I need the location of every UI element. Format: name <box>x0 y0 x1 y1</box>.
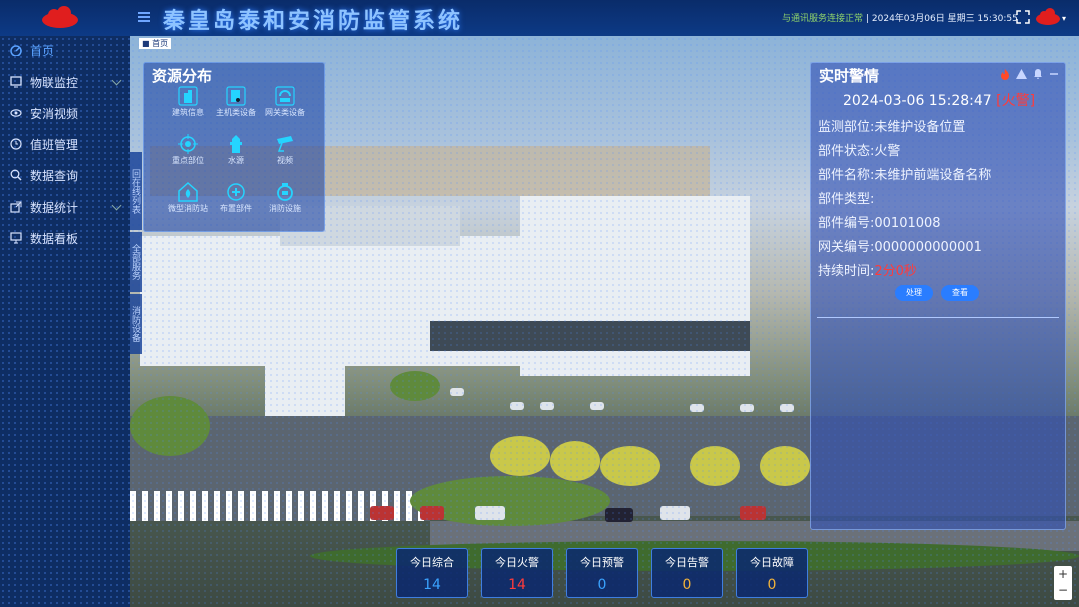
gateway-icon <box>275 86 295 106</box>
dashboard-icon <box>10 45 22 56</box>
sidebar-item-label: 物联监控 <box>30 75 79 90</box>
stat-today-total[interactable]: 今日综合 14 <box>396 548 468 598</box>
building-icon <box>178 86 198 106</box>
field-component-id: 部件编号:00101008 <box>818 216 941 231</box>
top-header: 秦皇岛泰和安消防监管系统 与通讯服务连接正常 | 2024年03月06日 星期三… <box>0 0 1079 36</box>
sidebar-item-video[interactable]: 安消视频 <box>0 100 130 126</box>
handle-button[interactable]: 处理 <box>895 285 933 301</box>
stat-today-fault[interactable]: 今日故障 0 <box>736 548 808 598</box>
field-component-name: 部件名称:未维护前端设备名称 <box>818 168 992 183</box>
realtime-alarm-panel: 实时警情 2024-03-06 15:28:47 [火警] 监测部位:未维护设备… <box>810 62 1066 530</box>
field-duration: 持续时间:2分0秒 <box>818 264 917 279</box>
menu-toggle-icon[interactable] <box>138 12 150 22</box>
stat-value: 0 <box>682 577 692 593</box>
eye-icon <box>10 109 22 117</box>
stat-value: 14 <box>423 577 441 593</box>
resource-fire-facility[interactable]: 消防设施 <box>255 181 315 219</box>
resource-video[interactable]: 视频 <box>255 133 315 171</box>
collapse-icon[interactable] <box>1049 69 1059 79</box>
clock-icon <box>10 138 22 150</box>
extinguisher-icon <box>277 183 293 201</box>
sidebar-item-label: 数据统计 <box>30 200 79 215</box>
header-datetime: | 2024年03月06日 星期三 15:30:55 <box>866 14 1018 24</box>
host-device-icon <box>226 86 246 106</box>
user-menu-caret-icon[interactable]: ▾ <box>1062 14 1066 23</box>
alarm-header-icons <box>1000 69 1059 80</box>
share-icon <box>10 201 22 213</box>
sidebar-item-label: 安消视频 <box>30 106 79 121</box>
connection-status: 与通讯服务连接正常 <box>782 14 864 24</box>
chevron-down-icon <box>111 200 122 211</box>
bell-icon[interactable] <box>1033 69 1043 79</box>
stat-value: 14 <box>508 577 526 593</box>
side-tab-all-services[interactable]: 全部服务 <box>130 232 142 292</box>
search-icon <box>10 169 22 181</box>
hydrant-icon <box>230 135 242 153</box>
field-component-status: 部件状态:火警 <box>818 144 901 159</box>
user-avatar[interactable] <box>1035 7 1061 27</box>
brand-logo-icon <box>42 6 78 28</box>
side-tab-online-list[interactable]: 回在线列表 <box>130 152 142 230</box>
sidebar-item-statistics[interactable]: 数据统计 <box>0 194 130 220</box>
field-gateway-id: 网关编号:0000000000001 <box>818 240 982 255</box>
monitor-icon <box>10 76 22 88</box>
sidebar-item-label: 首页 <box>30 43 55 58</box>
zoom-in-button[interactable]: + <box>1054 566 1072 582</box>
panel-title: 实时警情 <box>819 67 880 85</box>
sidebar: 首页 物联监控 安消视频 值班管理 数据查询 数据统计 数据看板 <box>0 36 130 607</box>
field-component-type: 部件类型: <box>818 192 875 207</box>
stat-today-warning[interactable]: 今日告警 0 <box>651 548 723 598</box>
stat-today-prealarm[interactable]: 今日预警 0 <box>566 548 638 598</box>
alarm-timestamp: 2024-03-06 15:28:47 [火警] <box>843 93 1036 109</box>
breadcrumb-tag[interactable]: ■ 首页 <box>139 38 172 49</box>
resource-distribution-panel: 资源分布 建筑信息 主机类设备 网关类设备 重点部位 水源 视频 微型消防站 布… <box>143 62 325 232</box>
camera-icon <box>277 136 293 152</box>
fullscreen-icon[interactable] <box>1016 10 1030 24</box>
side-tab-fire-devices[interactable]: 消防设备 <box>130 294 142 354</box>
sidebar-item-data-screen[interactable]: 数据看板 <box>0 225 130 251</box>
view-button[interactable]: 查看 <box>941 285 979 301</box>
sidebar-item-label: 数据看板 <box>30 231 79 246</box>
app-title: 秦皇岛泰和安消防监管系统 <box>163 9 464 34</box>
component-icon <box>227 183 245 201</box>
stat-value: 0 <box>767 577 777 593</box>
sidebar-item-label: 数据查询 <box>30 168 79 183</box>
sidebar-item-iot-monitor[interactable]: 物联监控 <box>0 69 130 95</box>
sidebar-item-label: 值班管理 <box>30 137 79 152</box>
stat-today-fire[interactable]: 今日火警 14 <box>481 548 553 598</box>
stat-value: 0 <box>597 577 607 593</box>
chevron-down-icon <box>111 75 122 86</box>
sidebar-item-duty[interactable]: 值班管理 <box>0 131 130 157</box>
sidebar-item-query[interactable]: 数据查询 <box>0 162 130 188</box>
divider <box>817 317 1059 318</box>
warning-icon[interactable] <box>1016 69 1027 79</box>
fire-icon[interactable] <box>1000 69 1010 80</box>
target-icon <box>178 134 198 154</box>
fire-station-icon <box>178 181 198 202</box>
panel-title: 资源分布 <box>152 67 213 85</box>
resource-gateway-device[interactable]: 网关类设备 <box>255 85 315 123</box>
chart-icon <box>10 232 22 244</box>
alarm-type-tag: [火警] <box>996 93 1036 109</box>
map-zoom-control: + − <box>1054 566 1072 600</box>
field-monitor-location: 监测部位:未维护设备位置 <box>818 120 966 135</box>
sidebar-item-home[interactable]: 首页 <box>0 37 130 63</box>
zoom-out-button[interactable]: − <box>1054 582 1072 598</box>
